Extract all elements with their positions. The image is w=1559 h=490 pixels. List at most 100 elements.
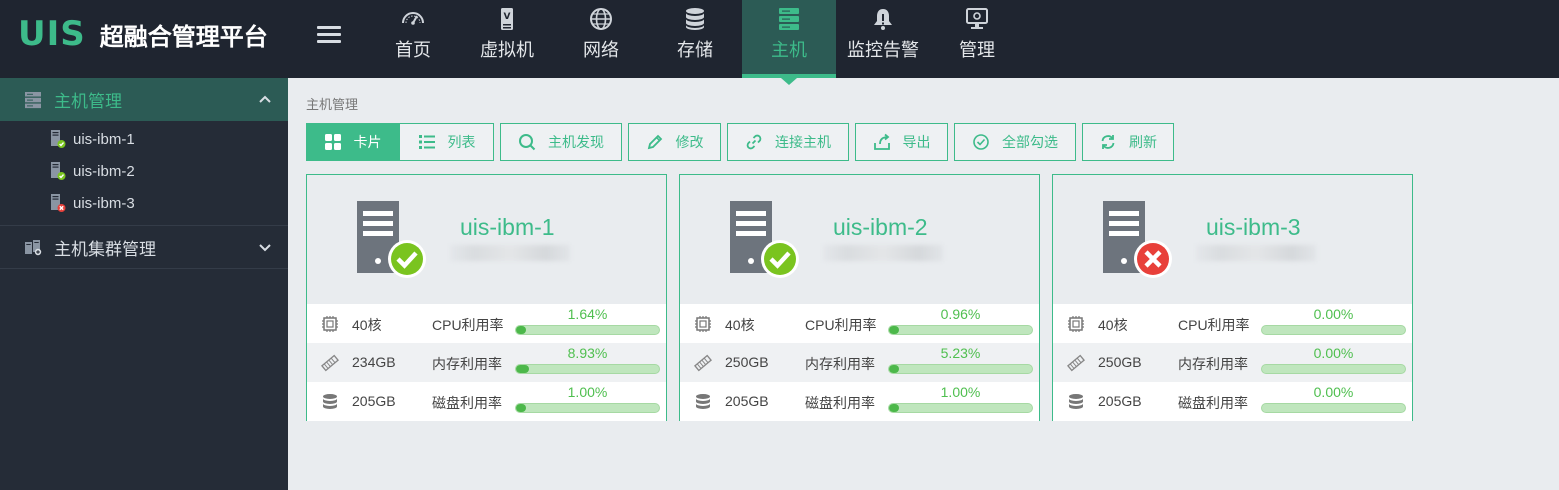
server-icon: [779, 8, 799, 30]
nav-vm[interactable]: V 虚拟机: [460, 0, 554, 78]
nav-home[interactable]: 首页: [366, 0, 460, 78]
cpu-icon: [1068, 316, 1084, 332]
host-card-header: uis-ibm-2: [680, 175, 1039, 304]
sidebar-item-host[interactable]: uis-ibm-3: [0, 187, 288, 219]
server-ok-icon: [730, 201, 799, 278]
cpu-progress-bar: [1261, 325, 1406, 335]
sidebar-group-host-management[interactable]: 主机管理: [0, 78, 288, 121]
host-name[interactable]: uis-ibm-3: [1206, 214, 1301, 241]
memory-percent: 8.93%: [567, 345, 608, 361]
cpu-progress-bar: [888, 325, 1033, 335]
memory-icon: [694, 354, 712, 372]
top-bar: UIS 超融合管理平台 首页 V 虚拟机 网络 存储 主机 监控告警 管理: [0, 0, 1559, 85]
nav-storage[interactable]: 存储: [648, 0, 742, 78]
disk-progress-bar: [515, 403, 660, 413]
export-label: 导出: [902, 134, 931, 150]
cpu-cores: 40核: [1098, 317, 1128, 333]
card-view-button[interactable]: 卡片: [306, 123, 399, 161]
host-card[interactable]: uis-ibm-2 40核 CPU利用率 0.96% 250GB 内存利用率 5…: [679, 174, 1040, 421]
metrics: 40核 CPU利用率 0.00% 250GB 内存利用率 0.00% 205GB…: [1053, 304, 1412, 421]
disk-row: 205GB 磁盘利用率 1.00%: [307, 382, 666, 421]
host-error-icon: [51, 194, 66, 212]
redacted-ip: [1196, 245, 1316, 261]
database-icon: [686, 8, 704, 30]
connect-host-button[interactable]: 连接主机: [727, 123, 849, 161]
disk-icon: [1069, 394, 1083, 409]
select-all-label: 全部勾选: [1002, 134, 1058, 150]
disk-progress-bar: [888, 403, 1033, 413]
cluster-icon: [25, 240, 42, 256]
edit-label: 修改: [675, 134, 704, 150]
progress-fill: [889, 326, 899, 334]
select-all-button[interactable]: 全部勾选: [954, 123, 1076, 161]
discover-host-button[interactable]: 主机发现: [500, 123, 622, 161]
cpu-percent: 0.00%: [1313, 306, 1354, 322]
progress-fill: [516, 404, 526, 412]
nav-network-label: 网络: [583, 40, 619, 60]
sidebar-group-label: 主机集群管理: [54, 239, 156, 259]
host-card[interactable]: uis-ibm-3 40核 CPU利用率 0.00% 250GB 内存利用率 0…: [1052, 174, 1413, 421]
sidebar-item-host[interactable]: uis-ibm-2: [0, 155, 288, 187]
memory-percent: 5.23%: [940, 345, 981, 361]
host-name[interactable]: uis-ibm-1: [460, 214, 555, 241]
refresh-label: 刷新: [1129, 134, 1157, 150]
app-title: 超融合管理平台: [99, 22, 268, 51]
memory-size: 250GB: [725, 354, 769, 370]
metrics: 40核 CPU利用率 0.96% 250GB 内存利用率 5.23% 205GB…: [680, 304, 1039, 421]
globe-icon: [590, 8, 612, 30]
menu-toggle-icon[interactable]: [317, 26, 341, 44]
sidebar-item-host[interactable]: uis-ibm-1: [0, 123, 288, 155]
sidebar: 主机管理 uis-ibm-1 uis-ibm-2 uis-ibm-3 主机集群管…: [0, 78, 288, 490]
nav-manage-label: 管理: [959, 40, 995, 60]
app-logo[interactable]: UIS 超融合管理平台: [18, 14, 268, 54]
nav-manage[interactable]: 管理: [930, 0, 1024, 78]
chevron-up-icon[interactable]: [258, 92, 272, 106]
grid-icon: [324, 134, 341, 150]
cpu-row: 40核 CPU利用率 0.00%: [1053, 304, 1412, 343]
host-label: uis-ibm-2: [73, 162, 135, 180]
host-name[interactable]: uis-ibm-2: [833, 214, 928, 241]
disk-label: 磁盘利用率: [432, 395, 502, 411]
edit-button[interactable]: 修改: [628, 123, 721, 161]
cpu-icon: [322, 316, 338, 332]
metrics: 40核 CPU利用率 1.64% 234GB 内存利用率 8.93% 205GB…: [307, 304, 666, 421]
memory-row: 250GB 内存利用率 5.23%: [680, 343, 1039, 382]
breadcrumb: 主机管理: [306, 97, 359, 112]
card-view-label: 卡片: [353, 134, 382, 150]
disk-icon: [696, 394, 710, 409]
list-icon: [418, 135, 435, 149]
host-tree: uis-ibm-1 uis-ibm-2 uis-ibm-3: [0, 121, 288, 226]
cpu-label: CPU利用率: [805, 317, 877, 333]
nav-monitor-label: 监控告警: [847, 40, 919, 60]
view-toggle: 卡片 列表: [306, 123, 494, 161]
host-label: uis-ibm-3: [73, 194, 135, 212]
nav-network[interactable]: 网络: [554, 0, 648, 78]
host-card-header: uis-ibm-3: [1053, 175, 1412, 304]
nav-host[interactable]: 主机: [742, 0, 836, 85]
memory-icon: [321, 354, 339, 372]
logo-mark: UIS: [18, 14, 86, 54]
refresh-button[interactable]: 刷新: [1082, 123, 1174, 161]
progress-fill: [889, 404, 899, 412]
disk-progress-bar: [1261, 403, 1406, 413]
export-button[interactable]: 导出: [855, 123, 948, 161]
nav-monitor[interactable]: 监控告警: [836, 0, 930, 78]
progress-fill: [516, 365, 529, 373]
sidebar-group-cluster-management[interactable]: 主机集群管理: [0, 226, 288, 269]
discover-host-label: 主机发现: [548, 134, 604, 150]
disk-percent: 0.00%: [1313, 384, 1354, 400]
pencil-icon: [647, 134, 662, 150]
active-caret: [781, 78, 797, 85]
memory-icon: [1067, 354, 1085, 372]
host-label: uis-ibm-1: [73, 130, 135, 148]
chevron-down-icon[interactable]: [258, 240, 272, 254]
export-icon: [873, 133, 890, 150]
bell-icon: [874, 9, 892, 30]
memory-row: 250GB 内存利用率 0.00%: [1053, 343, 1412, 382]
host-card[interactable]: uis-ibm-1 40核 CPU利用率 1.64% 234GB 内存利用率 8…: [306, 174, 667, 421]
memory-label: 内存利用率: [432, 356, 502, 372]
list-view-button[interactable]: 列表: [399, 123, 494, 161]
cpu-cores: 40核: [352, 317, 382, 333]
memory-label: 内存利用率: [805, 356, 875, 372]
monitor-icon: [966, 8, 988, 29]
